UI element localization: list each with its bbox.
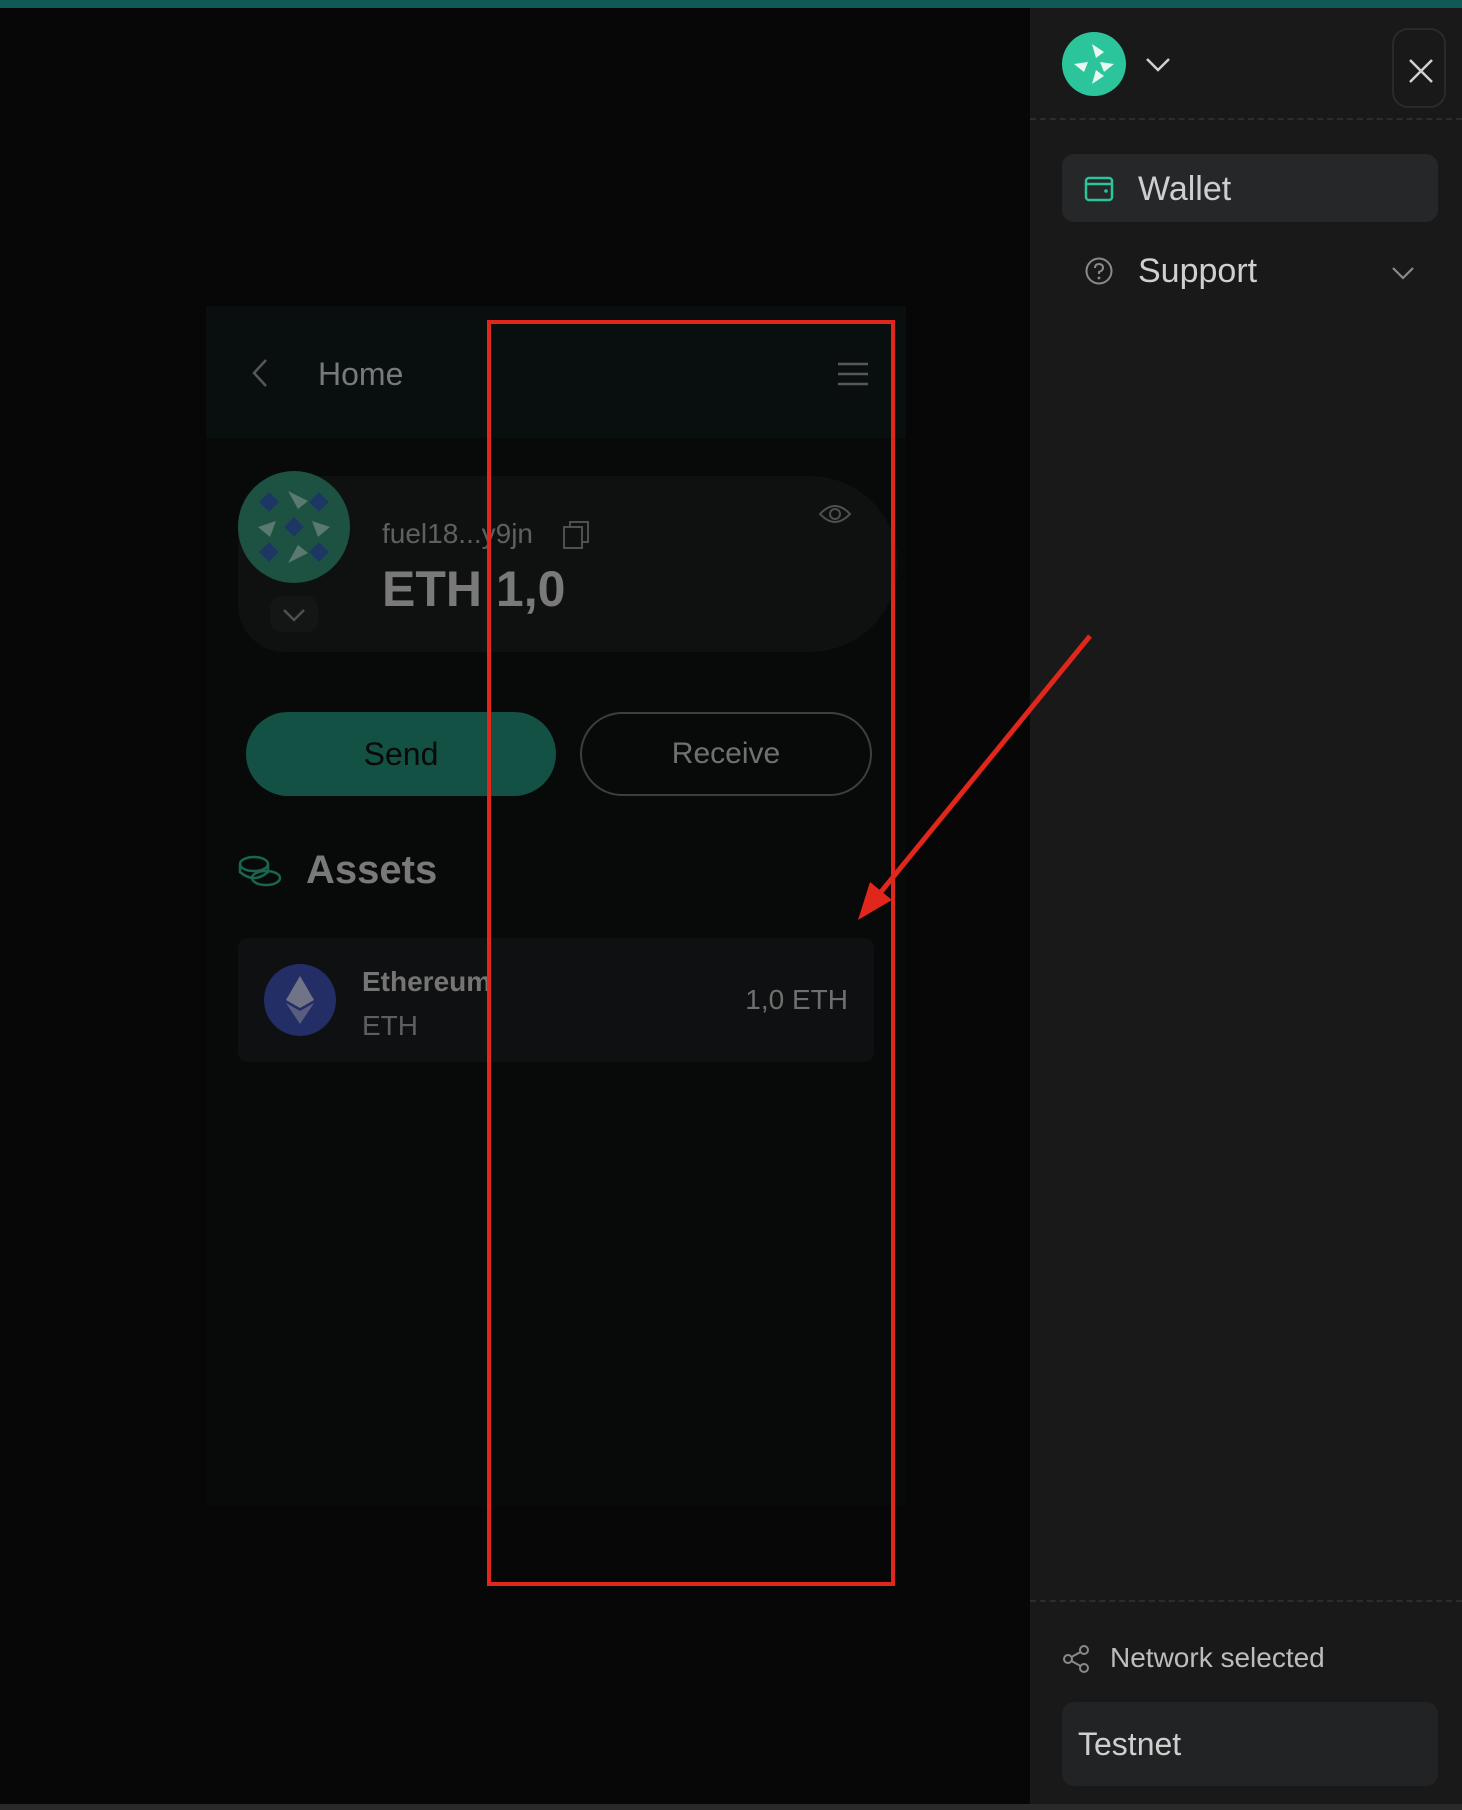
chevron-down-icon[interactable] bbox=[1144, 54, 1172, 74]
asset-name: Ethereum bbox=[362, 966, 492, 997]
annotation-arrow bbox=[858, 634, 1092, 920]
nav-item-wallet[interactable]: Wallet bbox=[1062, 154, 1438, 222]
drawer-header bbox=[1030, 8, 1462, 120]
chevron-down-icon[interactable] bbox=[1390, 264, 1416, 282]
network-value: Testnet bbox=[1078, 1726, 1182, 1762]
wallet-icon bbox=[1084, 176, 1114, 202]
ethereum-icon bbox=[264, 964, 336, 1036]
top-accent-bar bbox=[0, 0, 1462, 8]
annotation-highlight-box bbox=[487, 320, 895, 1586]
drawer-avatar[interactable] bbox=[1062, 32, 1126, 96]
close-icon bbox=[1409, 59, 1433, 83]
asset-symbol: ETH bbox=[362, 1010, 418, 1041]
account-switch-button[interactable] bbox=[270, 596, 318, 632]
coins-icon bbox=[238, 855, 282, 887]
close-button[interactable] bbox=[1392, 28, 1446, 108]
share-network-icon bbox=[1063, 1645, 1089, 1673]
page-title: Home bbox=[318, 356, 404, 392]
chevron-left-icon[interactable] bbox=[246, 356, 276, 390]
network-selector[interactable]: Testnet bbox=[1062, 1702, 1438, 1786]
nav-item-support[interactable]: Support bbox=[1062, 236, 1438, 304]
network-label: Network selected bbox=[1110, 1642, 1325, 1673]
bottom-strip bbox=[0, 1804, 1462, 1810]
account-avatar[interactable] bbox=[238, 471, 350, 583]
help-icon bbox=[1085, 257, 1113, 285]
assets-heading: Assets bbox=[306, 848, 438, 892]
nav-item-label: Wallet bbox=[1138, 170, 1232, 208]
nav-item-label: Support bbox=[1138, 252, 1258, 290]
network-section: Network selected Testnet bbox=[1030, 1600, 1462, 1810]
